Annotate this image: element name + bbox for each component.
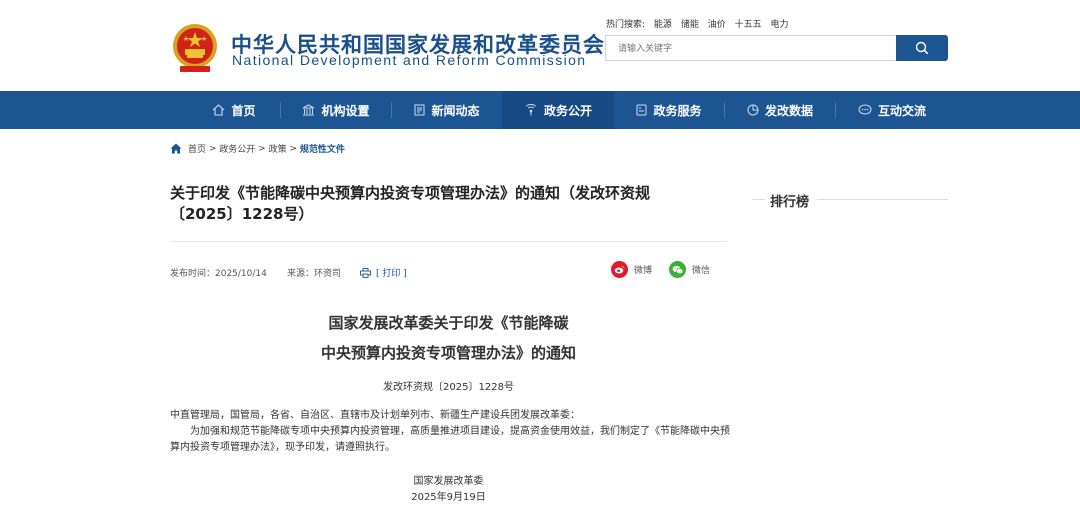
- ranking-divider: [817, 199, 948, 200]
- hot-search-term[interactable]: 储能: [681, 20, 699, 30]
- document-heading-line-2: 中央预算内投资专项管理办法》的通知: [320, 344, 576, 362]
- chat-icon: [858, 104, 872, 116]
- document-number: 发改环资规〔2025〕1228号: [383, 382, 514, 393]
- hot-search-term[interactable]: 能源: [654, 20, 672, 30]
- printer-icon: [360, 267, 371, 278]
- breadcrumb-policy[interactable]: 政策: [269, 142, 287, 155]
- weibo-icon: [611, 261, 628, 278]
- print-button[interactable]: [ 打印 ]: [360, 266, 407, 279]
- site-header: 中华人民共和国国家发展和改革委员会 National Development a…: [0, 0, 1080, 91]
- breadcrumb-separator: >: [286, 143, 300, 154]
- hot-search: 热门搜索: 能源 储能 油价 十五五 电力: [606, 17, 795, 30]
- nav-item-data[interactable]: 发改数据: [725, 91, 835, 129]
- breadcrumb-separator: >: [255, 143, 269, 154]
- breadcrumb-current[interactable]: 规范性文件: [300, 142, 345, 155]
- breadcrumb-home[interactable]: 首页: [188, 142, 206, 155]
- document-body: 为加强和规范节能降碳专项中央预算内投资管理，高质量推进项目建设，提高资金使用效益…: [170, 426, 730, 453]
- news-icon: [414, 104, 425, 116]
- share-weibo-button[interactable]: 微博: [611, 261, 652, 278]
- share-wechat-button[interactable]: 微信: [669, 261, 710, 278]
- home-icon: [170, 143, 182, 154]
- hot-search-term[interactable]: 电力: [770, 20, 788, 30]
- search-button[interactable]: [896, 35, 948, 61]
- service-icon: [636, 104, 647, 116]
- nav-item-gov-services[interactable]: 政务服务: [614, 91, 724, 129]
- nav-item-gov-affairs[interactable]: 政务公开: [502, 91, 614, 129]
- nav-item-home[interactable]: 首页: [186, 91, 282, 129]
- search-input[interactable]: [606, 37, 897, 61]
- broadcast-icon: [524, 104, 538, 116]
- share-weibo-label: 微博: [634, 266, 653, 276]
- ranking-divider: [752, 199, 765, 200]
- site-name-english: National Development and Reform Commissi…: [232, 52, 587, 68]
- document-recipients: 中直管理局，国管局，各省、自治区、直辖市及计划单列市、新疆生产建设兵团发展改革委…: [170, 410, 580, 421]
- nav-item-news[interactable]: 新闻动态: [392, 91, 502, 129]
- national-emblem-logo[interactable]: [170, 22, 220, 74]
- search-icon: [915, 41, 929, 55]
- breadcrumb-separator: >: [206, 143, 220, 154]
- breadcrumb-gov-affairs[interactable]: 政务公开: [219, 142, 255, 155]
- wechat-icon: [669, 261, 686, 278]
- article-source: 来源：环资司: [287, 269, 342, 279]
- document-date: 2025年9月19日: [411, 492, 486, 503]
- nav-item-interaction[interactable]: 互动交流: [836, 91, 948, 129]
- search-box: [605, 35, 897, 61]
- title-divider: [170, 241, 727, 242]
- home-icon: [212, 104, 225, 116]
- document-heading-line-1: 国家发展改革委关于印发《节能降碳: [328, 314, 569, 332]
- article-title: 关于印发《节能降碳中央预算内投资专项管理办法》的通知（发改环资规〔2025〕12…: [170, 184, 651, 223]
- pie-chart-icon: [747, 104, 759, 116]
- hot-search-label: 热门搜索:: [606, 20, 646, 30]
- share-wechat-label: 微信: [692, 266, 711, 276]
- hot-search-term[interactable]: 十五五: [735, 20, 762, 30]
- breadcrumb: 首页 > 政务公开 > 政策 > 规范性文件: [170, 142, 345, 155]
- main-nav: 首页 机构设置 新闻动态 政务公开 政务服务 发改数据 互动交流: [0, 91, 1080, 129]
- ranking-title: 排行榜: [770, 195, 810, 210]
- document-signer: 国家发展改革委: [413, 476, 484, 487]
- nav-divider: [280, 102, 281, 118]
- nav-item-institutions[interactable]: 机构设置: [282, 91, 390, 129]
- institution-icon: [302, 104, 315, 116]
- hot-search-term[interactable]: 油价: [708, 20, 726, 30]
- print-label: [ 打印 ]: [376, 269, 407, 279]
- publish-time: 发布时间：2025/10/14: [170, 269, 267, 279]
